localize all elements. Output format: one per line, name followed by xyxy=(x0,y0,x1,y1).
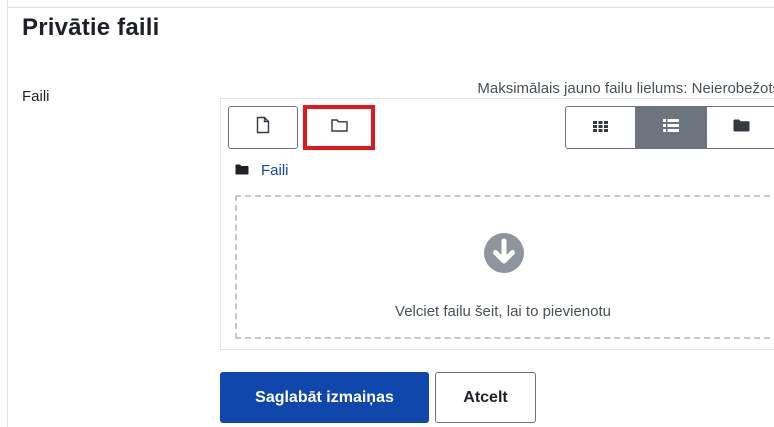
save-changes-button[interactable]: Saglabāt izmaiņas xyxy=(220,372,429,423)
breadcrumb-files-link[interactable]: Faili xyxy=(261,162,289,179)
content-frame-left xyxy=(7,0,8,427)
view-icons-button[interactable] xyxy=(566,107,636,148)
cancel-button[interactable]: Atcelt xyxy=(435,372,536,423)
create-folder-button[interactable] xyxy=(303,105,375,150)
max-file-size-note: Maksimālais jauno failu lielums: Neierob… xyxy=(477,80,774,97)
file-manager: Faili Velciet failu šeit, lai to pievien… xyxy=(220,98,774,350)
download-circle-icon xyxy=(482,231,526,280)
file-icon xyxy=(256,116,270,139)
grid-icon xyxy=(593,119,609,137)
folder-outline-icon xyxy=(330,118,348,137)
view-tree-button[interactable] xyxy=(705,107,774,148)
dropzone-instructions: Velciet failu šeit, lai to pievienotu xyxy=(395,303,611,320)
files-field-label: Faili xyxy=(22,88,50,105)
content-frame-top xyxy=(7,7,774,8)
view-list-button[interactable] xyxy=(635,107,706,148)
breadcrumb: Faili xyxy=(235,162,289,179)
page-title: Privātie faili xyxy=(22,14,160,41)
list-icon xyxy=(662,118,679,137)
file-dropzone[interactable]: Velciet failu šeit, lai to pievienotu xyxy=(235,195,774,339)
folder-icon xyxy=(733,119,750,137)
folder-icon xyxy=(235,162,249,179)
view-mode-switcher xyxy=(565,106,774,149)
add-file-button[interactable] xyxy=(228,106,298,149)
